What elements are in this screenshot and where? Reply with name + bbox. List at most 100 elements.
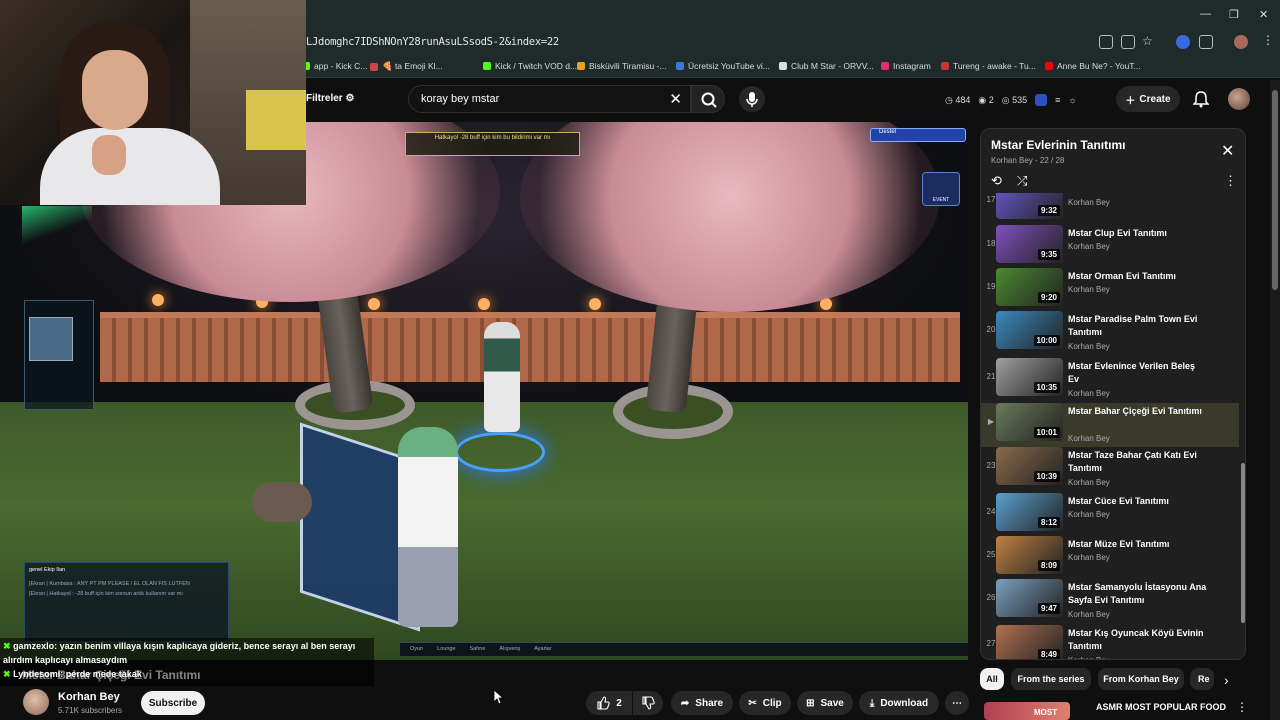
bookmark-star-icon[interactable]: ☆	[1142, 34, 1156, 48]
more-actions-button[interactable]: ⋯	[945, 691, 969, 715]
chip-all[interactable]: All	[980, 668, 1004, 690]
recommended-title: ASMR MOST POPULAR FOOD	[1096, 702, 1226, 712]
playlist-item[interactable]: 21 10:35 Mstar Evlenince Verilen Beleş Ev K…	[981, 358, 1239, 402]
channel-name[interactable]: Korhan Bey	[58, 691, 120, 703]
playlist-item-title[interactable]: Mstar Paradise Palm Town Evi Tanıtımı	[1068, 313, 1208, 339]
save-button[interactable]: ⊞ Save	[797, 691, 853, 715]
playlist-item-title[interactable]: Mstar Cüce Evi Tanıtımı	[1068, 495, 1208, 508]
chip-from-channel[interactable]: From Korhan Bey	[1098, 668, 1184, 690]
maximize-icon[interactable]: ❐	[1229, 8, 1239, 21]
bookmark-item[interactable]: Tureng - awake - Tu...	[941, 61, 1036, 71]
close-window-icon[interactable]: ✕	[1259, 8, 1268, 21]
playlist-item-channel: Korhan Bey	[1068, 242, 1110, 251]
recommended-video[interactable]: MOST ASMR MOST POPULAR FOOD ⋮	[978, 700, 1268, 720]
voice-search-button[interactable]	[739, 86, 765, 112]
bookmark-favicon	[577, 62, 585, 70]
playlist-item-thumbnail[interactable]: 8:49	[996, 625, 1063, 659]
search-button[interactable]	[691, 85, 725, 113]
chat-message: ✖ gamzexlo: yazın benim villaya kışın ka…	[3, 641, 356, 665]
playlist-item[interactable]: 20 10:00 Mstar Paradise Palm Town Evi Tanı…	[981, 311, 1239, 355]
subscribe-button[interactable]: Subscribe	[141, 691, 205, 715]
chip-more[interactable]: Re	[1190, 668, 1214, 690]
download-button[interactable]: ⤓ Download	[859, 691, 939, 715]
address-bar[interactable]: LJdomghc7IDShNOnY28runAsuLSsodS-2&index=…	[300, 30, 1280, 56]
playlist-scrollbar[interactable]	[1239, 193, 1245, 659]
bookmark-item[interactable]: Club M Star - ORVV...	[779, 61, 874, 71]
playlist-item-thumbnail[interactable]: 10:39	[996, 447, 1063, 485]
playlist-item-thumbnail[interactable]: 9:20	[996, 268, 1063, 306]
playlist-item-title[interactable]: Mstar Evlenince Verilen Beleş Ev	[1068, 360, 1208, 386]
bookmark-item[interactable]: app - Kick C...	[302, 61, 367, 71]
playlist-item-thumbnail[interactable]: 9:35	[996, 225, 1063, 263]
bookmark-item[interactable]: Instagram	[881, 61, 931, 71]
playlist-item-title[interactable]: Mstar Kış Oyuncak Köyü Evinin Tanıtımı	[1068, 627, 1208, 653]
dislike-button[interactable]	[633, 691, 663, 715]
playlist-item[interactable]: 19 9:20 Mstar Orman Evi Tanıtımı Korhan Bey	[981, 268, 1239, 312]
playlist-item-title[interactable]: Mstar Orman Evi Tanıtımı	[1068, 270, 1208, 283]
microphone-icon	[746, 92, 758, 107]
extension-icon[interactable]	[1176, 35, 1190, 49]
bookmark-item[interactable]: Bisküvili Tiramisu -...	[577, 61, 666, 71]
close-playlist-icon[interactable]: ✕	[1221, 141, 1234, 161]
bookmark-item[interactable]: Ücretsiz YouTube vi...	[676, 61, 770, 71]
playlist-item[interactable]: 27 8:49 Mstar Kış Oyuncak Köyü Evinin Tanı…	[981, 625, 1239, 659]
minimize-icon[interactable]: —	[1200, 8, 1211, 20]
bookmark-item[interactable]: Anne Bu Ne? - YouT...	[1045, 61, 1141, 71]
character-avatar	[398, 427, 458, 627]
translate-icon[interactable]	[1099, 35, 1113, 49]
playlist-title[interactable]: Mstar Evlerinin Tanıtımı	[991, 138, 1125, 152]
duration-badge: 10:39	[1033, 471, 1060, 482]
channel-avatar[interactable]	[23, 689, 49, 715]
cast-icon[interactable]	[1121, 35, 1135, 49]
account-avatar[interactable]	[1228, 88, 1250, 110]
playlist-item-thumbnail[interactable]: 10:00	[996, 311, 1063, 349]
create-button[interactable]: ＋ Create	[1116, 86, 1180, 112]
filters-button[interactable]: Filtreler ⚙	[306, 93, 354, 104]
playlist-item[interactable]: 23 10:39 Mstar Taze Bahar Çatı Katı Evi Ta…	[981, 447, 1239, 491]
extension-icon-a[interactable]	[1035, 94, 1048, 106]
bookmark-item[interactable]: 🍕 ta Emoji Kl...	[370, 61, 443, 72]
profile-icon[interactable]	[1234, 35, 1248, 49]
shuffle-icon[interactable]: ⤮	[1017, 173, 1027, 189]
bookmark-item[interactable]: Kick / Twitch VOD d...	[483, 61, 577, 71]
share-button[interactable]: ➦ Share	[671, 691, 733, 715]
clip-button[interactable]: ✂ Clip	[739, 691, 791, 715]
extension-icon-b[interactable]: ≡	[1055, 95, 1060, 105]
like-button[interactable]: 2	[586, 691, 632, 715]
playlist-item[interactable]: 25 8:09 Mstar Müze Evi Tanıtımı Korhan Bey	[981, 536, 1239, 580]
recommended-menu-icon[interactable]: ⋮	[1236, 700, 1248, 714]
playlist-item-thumbnail[interactable]: 10:35	[996, 358, 1063, 396]
playlist-item-thumbnail[interactable]: 8:09	[996, 536, 1063, 574]
playlist-item-channel: Korhan Bey	[1068, 285, 1110, 294]
playlist-item-title[interactable]: Mstar Clup Evi Tanıtımı	[1068, 227, 1208, 240]
scrollbar-thumb[interactable]	[1272, 90, 1278, 290]
extension-stats: ◷ 484 ◉ 2 ◎ 535 ≡ ☼	[945, 94, 1077, 106]
extensions-puzzle-icon[interactable]	[1199, 35, 1213, 49]
loop-icon[interactable]: ⟲	[991, 173, 1002, 189]
bookmark-favicon	[1045, 62, 1053, 70]
playlist-item-thumbnail[interactable]: 10:01	[996, 403, 1063, 441]
search-input[interactable]: koray bey mstar ✕	[408, 85, 691, 113]
playlist-item-thumbnail[interactable]: 9:47	[996, 579, 1063, 617]
clear-search-icon[interactable]: ✕	[669, 90, 682, 108]
playlist-menu-icon[interactable]: ⋮	[1224, 173, 1237, 189]
playlist-item[interactable]: 24 8:12 Mstar Cüce Evi Tanıtımı Korhan Bey	[981, 493, 1239, 537]
chip-from-series[interactable]: From the series	[1011, 668, 1091, 690]
page-scrollbar[interactable]	[1270, 80, 1280, 720]
playlist-item[interactable]: 18 9:35 Mstar Clup Evi Tanıtımı Korhan Bey	[981, 225, 1239, 269]
notifications-bell-icon[interactable]	[1193, 90, 1209, 108]
chips-next-icon[interactable]: ›	[1224, 672, 1229, 688]
playlist-item[interactable]: 26 9:47 Mstar Samanyolu İstasyonu Ana Sayf…	[981, 579, 1239, 623]
playlist-item-thumbnail[interactable]: 8:12	[996, 493, 1063, 531]
playlist-item-title[interactable]: Mstar Taze Bahar Çatı Katı Evi Tanıtımı	[1068, 449, 1208, 475]
playlist-item-thumbnail[interactable]: 9:32	[996, 193, 1063, 219]
playlist-item-title[interactable]: Mstar Yaz Partisi Evi Tanıtımı	[1068, 193, 1208, 196]
browser-menu-icon[interactable]: ⋮	[1262, 33, 1276, 47]
bookmark-favicon	[779, 62, 787, 70]
playlist-item-title[interactable]: Mstar Samanyolu İstasyonu Ana Sayfa Evi …	[1068, 581, 1208, 607]
extension-icon-c[interactable]: ☼	[1068, 95, 1076, 105]
playlist-item[interactable]: 179:32Mstar Yaz Partisi Evi TanıtımıKorh…	[981, 193, 1239, 225]
playlist-item-title[interactable]: Mstar Bahar Çiçeği Evi Tanıtımı	[1068, 405, 1208, 418]
playlist-item[interactable]: ▶ 10:01 Mstar Bahar Çiçeği Evi Tanıtımı Kor…	[981, 403, 1239, 447]
playlist-item-title[interactable]: Mstar Müze Evi Tanıtımı	[1068, 538, 1208, 551]
